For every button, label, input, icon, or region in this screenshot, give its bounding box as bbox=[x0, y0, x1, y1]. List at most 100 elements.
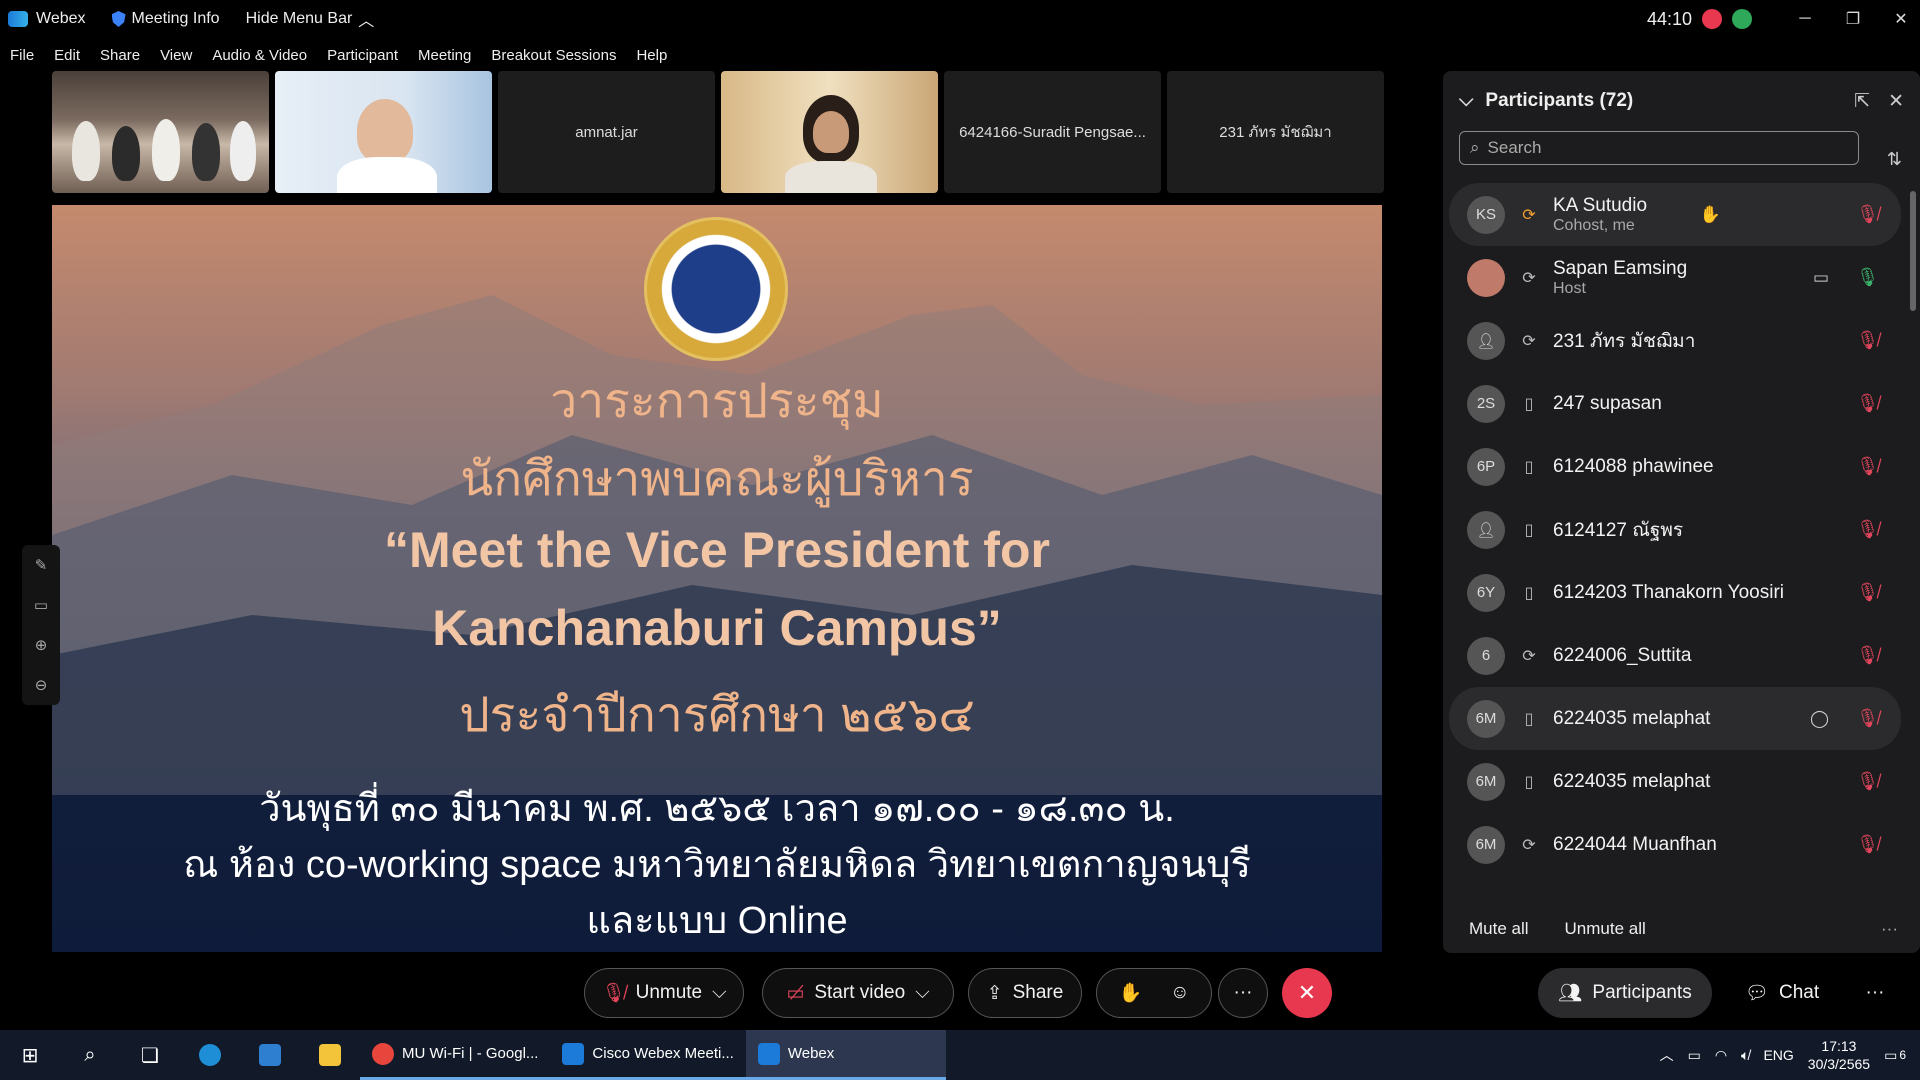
menu-breakout-sessions[interactable]: Breakout Sessions bbox=[491, 47, 616, 64]
panel-title: Participants (72) bbox=[1485, 90, 1634, 111]
chevron-down-icon[interactable]: ⌵ bbox=[712, 982, 726, 1004]
search-icon[interactable]: ⌕ bbox=[60, 1030, 120, 1080]
hide-menu-bar-button[interactable]: Hide Menu Bar ︿ bbox=[246, 7, 375, 31]
avatar-person-icon: 👤︎ bbox=[1467, 321, 1505, 360]
participant-row[interactable]: 6M ▯ 6224035 melaphat 🎙︎̸ bbox=[1449, 750, 1901, 813]
chat-toggle-button[interactable]: 💬︎ Chat bbox=[1732, 968, 1832, 1018]
menu-file[interactable]: File bbox=[10, 47, 34, 64]
participant-row[interactable]: 👤︎ ⟳ 231 ภัทร มัชฌิมา 🎙︎̸ bbox=[1449, 309, 1901, 372]
mail-icon[interactable] bbox=[240, 1030, 300, 1080]
mute-all-button[interactable]: Mute all bbox=[1469, 919, 1529, 939]
unmute-all-button[interactable]: Unmute all bbox=[1565, 919, 1646, 939]
participant-name: KA Sutudio bbox=[1553, 194, 1648, 216]
leave-meeting-button[interactable]: ✕ bbox=[1282, 968, 1332, 1018]
participant-name: 6224006_Suttita bbox=[1553, 644, 1692, 666]
edge-browser-icon[interactable] bbox=[180, 1030, 240, 1080]
wifi-icon[interactable]: ◠ bbox=[1715, 1047, 1727, 1064]
mic-on-icon[interactable]: 🎙︎ bbox=[1856, 267, 1879, 288]
reactions-icon[interactable]: ☺ bbox=[1170, 982, 1189, 1004]
chat-bubble-icon[interactable]: ◯ bbox=[1810, 709, 1829, 729]
mic-muted-icon[interactable]: 🎙︎̸ bbox=[1856, 834, 1879, 855]
raise-hand-icon[interactable]: ✋ bbox=[1700, 205, 1721, 225]
volume-muted-icon[interactable]: 🔈︎̸ bbox=[1741, 1047, 1749, 1064]
taskbar-app-webex[interactable]: Webex bbox=[745, 1030, 946, 1080]
mic-muted-icon[interactable]: 🎙︎̸ bbox=[1856, 330, 1879, 351]
close-window-button[interactable]: ✕ bbox=[1882, 9, 1920, 29]
collapse-chevron-icon[interactable]: ⌵ bbox=[1459, 90, 1473, 112]
avatar: 6M bbox=[1467, 825, 1505, 864]
menu-help[interactable]: Help bbox=[636, 47, 667, 64]
more-options-button[interactable]: ··· bbox=[1218, 968, 1268, 1018]
mobile-device-icon: ▯ bbox=[1524, 584, 1534, 602]
menu-view[interactable]: View bbox=[160, 47, 192, 64]
meeting-info-button[interactable]: Meeting Info bbox=[111, 10, 220, 28]
start-video-button[interactable]: ▭̸ Start video ⌵ bbox=[762, 968, 954, 1018]
thumbnail-name: 6424166-Suradit Pengsae... bbox=[959, 123, 1146, 141]
task-view-icon[interactable]: ❏ bbox=[120, 1030, 180, 1080]
unmute-button[interactable]: 🎙︎̸ Unmute ⌵ bbox=[584, 968, 744, 1018]
menu-meeting[interactable]: Meeting bbox=[418, 47, 471, 64]
input-language[interactable]: ENG bbox=[1763, 1047, 1793, 1063]
taskbar-app-cisco-webex[interactable]: Cisco Webex Meeti... bbox=[550, 1030, 746, 1080]
menu-share[interactable]: Share bbox=[100, 47, 140, 64]
shared-content-slide: วาระการประชุม นักศึกษาพบคณะผู้บริหาร “Me… bbox=[52, 205, 1382, 952]
share-button[interactable]: ⇪ Share bbox=[968, 968, 1082, 1018]
participant-row[interactable]: 6M ▯ 6224035 melaphat ◯ 🎙︎̸ bbox=[1449, 687, 1901, 750]
chevron-down-icon[interactable]: ⌵ bbox=[915, 982, 929, 1004]
battery-icon[interactable]: ▭ bbox=[1688, 1047, 1701, 1064]
participant-row[interactable]: 6Y ▯ 6124203 Thanakorn Yoosiri 🎙︎̸ bbox=[1449, 561, 1901, 624]
video-thumbnail-231[interactable]: 231 ภัทร มัชฌิมา bbox=[1167, 71, 1384, 193]
chat-label: Chat bbox=[1778, 982, 1820, 1003]
participant-row[interactable]: 2S ▯ 247 supasan 🎙︎̸ bbox=[1449, 372, 1901, 435]
participant-search-input[interactable]: ⌕ Search bbox=[1459, 131, 1859, 165]
mic-muted-icon[interactable]: 🎙︎̸ bbox=[1856, 204, 1879, 225]
title-bar: Webex Meeting Info Hide Menu Bar ︿ 44:10… bbox=[0, 0, 1920, 38]
chevron-up-icon[interactable]: ︿ bbox=[1660, 1045, 1674, 1065]
clock[interactable]: 17:13 30/3/2565 bbox=[1808, 1037, 1870, 1073]
recording-indicator-icon[interactable] bbox=[1702, 9, 1722, 29]
video-thumbnail-amnat[interactable]: amnat.jar bbox=[498, 71, 715, 193]
participant-row[interactable]: 6 ⟳ 6224006_Suttita 🎙︎̸ bbox=[1449, 624, 1901, 687]
video-thumbnail-woman[interactable] bbox=[721, 71, 938, 193]
panel-header: ⌵ Participants (72) ⇱ ✕ bbox=[1443, 71, 1920, 131]
participant-row[interactable]: 👤︎ ▯ 6124127 ณัฐพร 🎙︎̸ bbox=[1449, 498, 1901, 561]
close-panel-icon[interactable]: ✕ bbox=[1888, 90, 1904, 113]
mic-muted-icon[interactable]: 🎙︎̸ bbox=[1856, 456, 1879, 477]
participant-row[interactable]: KS ⟳ KA Sutudio Cohost, me ✋ 🎙︎̸ bbox=[1449, 183, 1901, 246]
start-video-label: Start video bbox=[814, 982, 906, 1003]
network-health-icon[interactable] bbox=[1732, 9, 1752, 29]
popout-icon[interactable]: ⇱ bbox=[1854, 90, 1870, 113]
participant-row[interactable]: 6P ▯ 6124088 phawinee 🎙︎̸ bbox=[1449, 435, 1901, 498]
mic-muted-icon[interactable]: 🎙︎̸ bbox=[1856, 519, 1879, 540]
mic-muted-icon[interactable]: 🎙︎̸ bbox=[1856, 582, 1879, 603]
zoom-in-icon[interactable]: ⊕ bbox=[35, 636, 48, 654]
video-thumbnail-room[interactable] bbox=[52, 71, 269, 193]
restore-button[interactable]: ❐ bbox=[1834, 9, 1872, 29]
file-explorer-icon[interactable] bbox=[300, 1030, 360, 1080]
panel-more-icon[interactable]: ··· bbox=[1881, 919, 1898, 939]
raise-hand-icon[interactable]: ✋ bbox=[1118, 981, 1142, 1005]
participants-toggle-button[interactable]: 👥︎ Participants bbox=[1538, 968, 1712, 1018]
mic-muted-icon[interactable]: 🎙︎̸ bbox=[1856, 645, 1879, 666]
menu-audio-video[interactable]: Audio & Video bbox=[212, 47, 307, 64]
mic-muted-icon[interactable]: 🎙︎̸ bbox=[1856, 771, 1879, 792]
taskbar-app-chrome[interactable]: MU Wi-Fi | - Googl... bbox=[360, 1030, 551, 1080]
minimize-button[interactable]: ─ bbox=[1786, 10, 1824, 28]
notifications-icon[interactable]: ▭ bbox=[1884, 1047, 1897, 1064]
annotate-pen-icon[interactable]: ✎ bbox=[35, 556, 48, 574]
video-camera-icon[interactable]: ▭ bbox=[1813, 268, 1829, 288]
mic-muted-icon[interactable]: 🎙︎̸ bbox=[1856, 708, 1879, 729]
sort-icon[interactable]: ⇅ bbox=[1887, 149, 1902, 170]
participant-row[interactable]: ⟳ Sapan Eamsing Host ▭ 🎙︎ bbox=[1449, 246, 1901, 309]
video-thumbnail-presenter[interactable] bbox=[275, 71, 492, 193]
video-thumbnail-suradit[interactable]: 6424166-Suradit Pengsae... bbox=[944, 71, 1161, 193]
participant-list-scrollbar[interactable] bbox=[1910, 191, 1916, 311]
remote-control-icon[interactable]: ▭ bbox=[34, 596, 48, 614]
participant-row[interactable]: 6M ⟳ 6224044 Muanfhan 🎙︎̸ bbox=[1449, 813, 1901, 876]
windows-start-icon[interactable]: ⊞ bbox=[0, 1030, 60, 1080]
more-panels-button[interactable]: ··· bbox=[1850, 968, 1900, 1018]
menu-participant[interactable]: Participant bbox=[327, 47, 398, 64]
mic-muted-icon[interactable]: 🎙︎̸ bbox=[1856, 393, 1879, 414]
zoom-out-icon[interactable]: ⊖ bbox=[35, 676, 48, 694]
menu-edit[interactable]: Edit bbox=[54, 47, 80, 64]
